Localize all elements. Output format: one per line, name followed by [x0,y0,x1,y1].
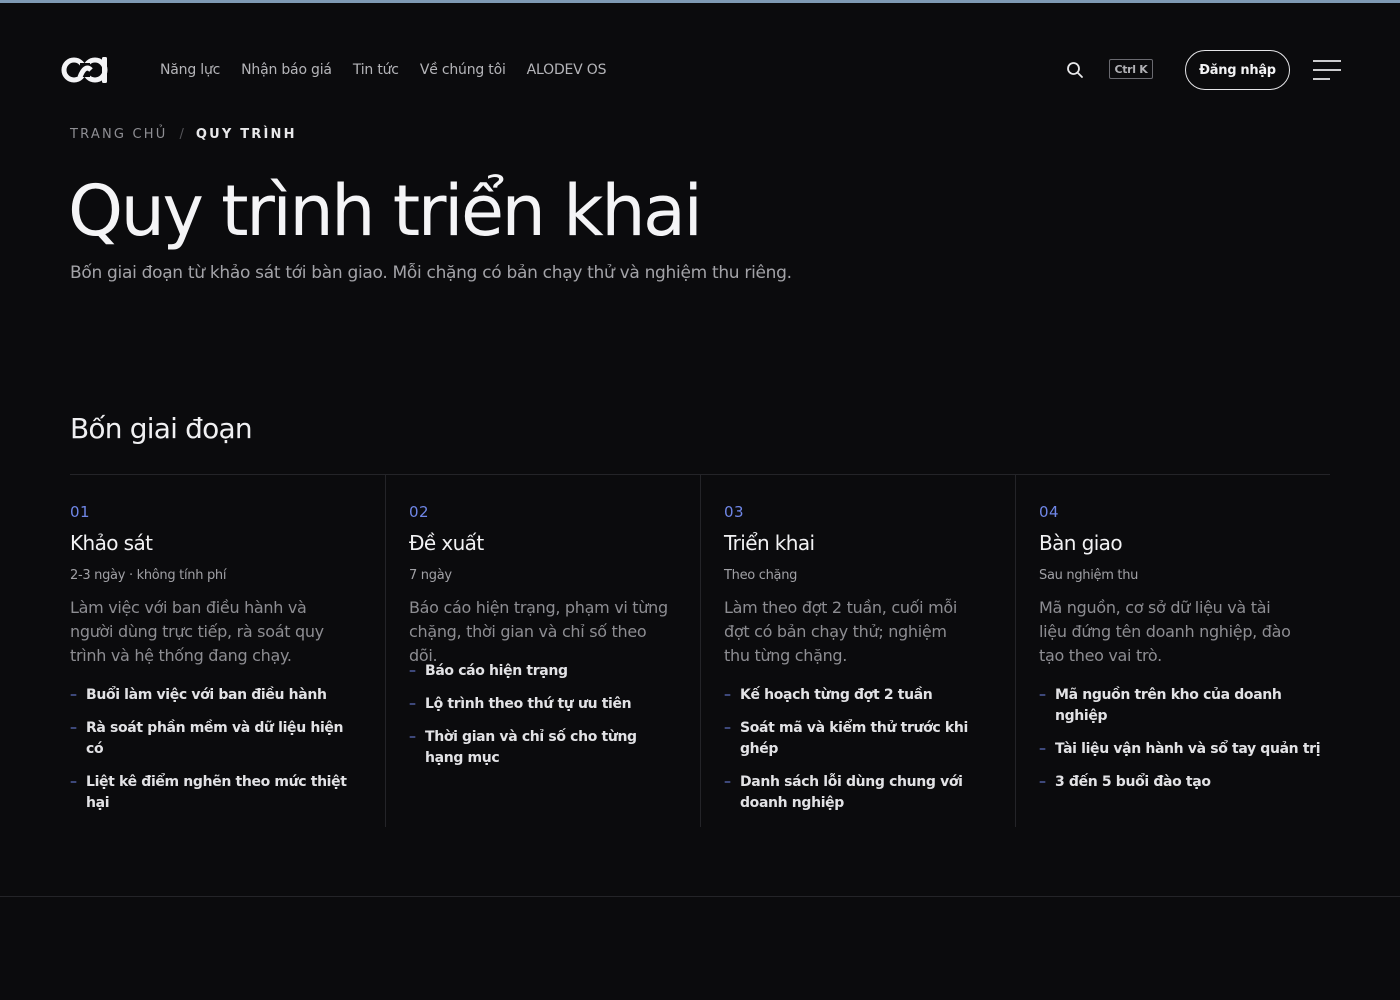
phases-grid: 01 Khảo sát 2-3 ngày · không tính phí Là… [70,475,1330,827]
phase-deliverables: – Mã nguồn trên kho của doanh nghiệp – Tài… [1039,685,1329,805]
list-item-label: Liệt kê điểm nghẽn theo mức thiệt hại [86,774,347,811]
list-item-label: Rà soát phần mềm và dữ liệu hiện có [86,720,344,757]
phase-description: Làm theo đợt 2 tuần, cuối mỗi đợt có bản… [724,598,958,665]
breadcrumb-separator: / [179,127,184,142]
breadcrumb: TRANG CHỦ / QUY TRÌNH [70,127,297,142]
breadcrumb-home[interactable]: TRANG CHỦ [70,127,167,142]
list-item: –3 đến 5 buổi đào tạo [1039,772,1329,793]
nav-item-alodev-os[interactable]: ALODEV OS [527,60,607,80]
dash-icon: – [70,720,77,736]
list-item: – Liệt kê điểm nghẽn theo mức thiệt hại [70,772,360,814]
phase-meta: 2-3 ngày · không tính phí [70,568,227,583]
phase-description: Báo cáo hiện trạng, phạm vi từng chặng, … [409,598,668,665]
phase-description: Mã nguồn, cơ sở dữ liệu và tài liệu đứng… [1039,598,1291,665]
page-subtitle: Bốn giai đoạn từ khảo sát tới bàn giao. … [70,263,792,283]
phase-title: Đề xuất [409,531,484,555]
phase-deliverables: – Buổi làm việc với ban điều hành – Rà soá… [70,685,360,826]
phase-title: Triển khai [724,531,815,555]
list-item-label: Lộ trình theo thứ tự ưu tiên [425,696,632,712]
list-item: – Tài liệu vận hành và sổ tay quản trị [1039,739,1329,760]
dash-icon: – [724,720,731,736]
dash-icon: – [409,696,416,712]
footer-divider [0,896,1400,897]
nav-item-news[interactable]: Tin tức [353,60,399,80]
list-item-label: 3 đến 5 buổi đào tạo [1055,774,1211,790]
main-nav: Năng lực Nhận báo giá Tin tức Về chúng t… [160,60,627,80]
dash-icon: – [724,687,731,703]
phase-deliverables: – Kế hoạch từng đợt 2 tuần – Soát mã và ki… [724,685,999,826]
list-item-label: Danh sách lỗi dùng chung với doanh nghiệ… [740,774,963,811]
menu-icon[interactable] [1312,59,1342,81]
search-shortcut-badge: Ctrl K [1109,59,1153,79]
phase-meta: Sau nghiệm thu [1039,568,1139,583]
list-item: – Lộ trình theo thứ tự ưu tiên [409,694,637,715]
list-item: – Soát mã và kiểm thử trước khi ghép [724,718,999,760]
phase-description: Làm việc với ban điều hành và người dùng… [70,598,324,665]
phase-meta: 7 ngày [409,568,452,583]
phase-number: 02 [409,503,430,521]
list-item: – Rà soát phần mềm và dữ liệu hiện có [70,718,360,760]
list-item-label: Kế hoạch từng đợt 2 tuần [740,687,933,703]
nav-item-about[interactable]: Về chúng tôi [420,60,506,80]
phase-meta: Theo chặng [724,568,798,583]
phase-card-survey: 01 Khảo sát 2-3 ngày · không tính phí Là… [70,475,385,827]
list-item-label: Thời gian và chỉ số cho từng hạng mục [425,729,637,766]
phase-number: 04 [1039,503,1060,521]
phase-card-handover: 04 Bàn giao Sau nghiệm thu Mã nguồn, cơ … [1015,475,1330,827]
phase-number: 03 [724,503,745,521]
list-item: – Danh sách lỗi dùng chung với doanh nghi… [724,772,999,814]
dash-icon: – [1039,741,1046,757]
phase-number: 01 [70,503,91,521]
dash-icon: – [409,729,416,745]
list-item-label: Mã nguồn trên kho của doanh nghiệp [1055,687,1282,724]
dash-icon: – [70,687,77,703]
phase-card-implementation: 03 Triển khai Theo chặng Làm theo đợt 2 … [700,475,1015,827]
login-button[interactable]: Đăng nhập [1185,50,1290,90]
page: Năng lực Nhận báo giá Tin tức Về chúng t… [0,0,1400,1000]
search-icon[interactable] [1066,61,1084,79]
dash-icon: – [1039,774,1046,790]
list-item-label: Buổi làm việc với ban điều hành [86,687,327,703]
list-item: – Thời gian và chỉ số cho từng hạng mục [409,727,637,769]
dash-icon: – [724,774,731,790]
nav-item-capabilities[interactable]: Năng lực [160,60,220,80]
list-item-label: Báo cáo hiện trạng [425,663,568,679]
logo-icon[interactable] [60,54,112,86]
phase-deliverables: – Báo cáo hiện trạng – Lộ trình theo thứ t… [409,661,637,781]
list-item: – Báo cáo hiện trạng [409,661,637,682]
list-item: – Kế hoạch từng đợt 2 tuần [724,685,999,706]
dash-icon: – [409,663,416,679]
nav-item-quote[interactable]: Nhận báo giá [241,60,332,80]
list-item-label: Soát mã và kiểm thử trước khi ghép [740,720,968,757]
top-accent-bar [0,0,1400,3]
phase-card-proposal: 02 Đề xuất 7 ngày Báo cáo hiện trạng, ph… [385,475,700,827]
list-item: – Buổi làm việc với ban điều hành [70,685,360,706]
page-title: Quy trình triển khai [68,170,703,252]
phase-title: Khảo sát [70,531,153,555]
breadcrumb-current: QUY TRÌNH [195,127,297,142]
list-item: – Mã nguồn trên kho của doanh nghiệp [1039,685,1329,727]
section-title: Bốn giai đoạn [70,412,253,445]
list-item-label: Tài liệu vận hành và sổ tay quản trị [1055,741,1321,757]
dash-icon: – [1039,687,1046,703]
dash-icon: – [70,774,77,790]
phase-title: Bàn giao [1039,531,1123,555]
